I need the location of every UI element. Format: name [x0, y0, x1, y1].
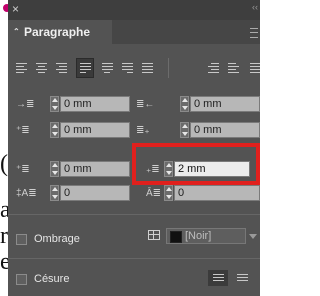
justify-all-icon	[237, 274, 248, 283]
right-indent-stepper[interactable]	[180, 96, 189, 112]
justify-right-icon	[122, 63, 133, 75]
align-center-icon	[36, 63, 47, 75]
last-line-indent-icon: ≣₊	[136, 125, 150, 136]
first-line-indent-stepper[interactable]	[50, 122, 59, 138]
justify-right-button[interactable]	[118, 58, 136, 78]
space-before-field[interactable]: 0 mm	[60, 161, 130, 177]
justify-all-button[interactable]	[138, 58, 156, 78]
space-after-field[interactable]: 2 mm	[174, 161, 250, 177]
space-before-stepper[interactable]	[50, 161, 59, 177]
collapse-icon[interactable]: ‹‹	[252, 2, 258, 12]
last-line-indent-field[interactable]: 0 mm	[190, 122, 260, 138]
divider	[168, 58, 169, 78]
shading-label: Ombrage	[34, 233, 80, 245]
align-right-icon	[56, 63, 67, 75]
first-line-indent-icon: ⁺≣	[16, 125, 30, 136]
hyphenation-alt-button[interactable]	[232, 270, 252, 286]
shading-color-dropdown[interactable]: [Noir]	[166, 228, 246, 244]
document-text: (	[0, 151, 8, 177]
drop-cap-chars-stepper[interactable]	[164, 185, 173, 201]
swatch-label: [Noir]	[185, 230, 212, 242]
justify-left-button[interactable]	[76, 58, 94, 78]
justify-extra-icon	[250, 63, 260, 75]
hyphenation-label: Césure	[34, 273, 70, 285]
justify-extra-button[interactable]	[246, 58, 260, 78]
justify-center-icon	[102, 63, 113, 75]
justify-icon	[213, 274, 224, 283]
close-icon[interactable]: ×	[12, 2, 19, 16]
alignment-toolbar	[8, 58, 260, 80]
right-indent-icon: ≣←	[136, 99, 155, 110]
left-indent-icon: →≣	[16, 99, 35, 110]
drop-cap-lines-stepper[interactable]	[50, 185, 59, 201]
drop-cap-lines-field[interactable]: 0	[60, 185, 130, 201]
panel-title: Paragraphe	[24, 25, 91, 39]
grid-icon	[148, 230, 160, 240]
first-line-indent-field[interactable]: 0 mm	[60, 122, 130, 138]
align-left-button[interactable]	[12, 58, 30, 78]
align-away-from-spine-button[interactable]	[224, 58, 242, 78]
shading-checkbox[interactable]	[16, 234, 27, 245]
justify-center-button[interactable]	[98, 58, 116, 78]
align-right-button[interactable]	[52, 58, 70, 78]
tab-paragraphe[interactable]: ⌃ Paragraphe	[8, 20, 112, 44]
justify-left-icon	[80, 63, 91, 75]
divider	[8, 258, 260, 259]
align-left-icon	[16, 63, 27, 75]
space-after-icon: ₊≣	[146, 164, 160, 175]
panel-titlebar[interactable]: × ‹‹	[8, 0, 260, 20]
space-before-icon: ⁺≣	[16, 164, 30, 175]
align-away-from-spine-icon	[228, 63, 239, 75]
panel-tab-row: ⌃ Paragraphe	[8, 20, 260, 44]
hyphenation-mode-button[interactable]	[208, 270, 228, 286]
hyphenation-checkbox[interactable]	[16, 274, 27, 285]
align-towards-spine-button[interactable]	[204, 58, 222, 78]
chevron-down-icon[interactable]	[249, 234, 257, 239]
panel-menu-icon[interactable]	[250, 28, 258, 38]
drop-cap-chars-field[interactable]: 0	[174, 185, 260, 201]
left-indent-stepper[interactable]	[50, 96, 59, 112]
left-indent-field[interactable]: 0 mm	[60, 96, 130, 112]
last-line-indent-stepper[interactable]	[180, 122, 189, 138]
align-towards-spine-icon	[208, 63, 219, 75]
right-indent-field[interactable]: 0 mm	[190, 96, 260, 112]
drop-cap-lines-icon: ‡A≣	[16, 188, 37, 199]
paragraph-panel: × ‹‹ ⌃ Paragraphe →≣ 0 mm ≣← 0 mm ⁺≣ 0 m…	[8, 0, 260, 296]
justify-all-icon	[142, 63, 153, 75]
chevron-updown-icon: ⌃	[13, 27, 20, 36]
swatch-black	[170, 231, 182, 243]
drop-cap-chars-icon: Ā≣	[146, 188, 162, 199]
space-after-stepper[interactable]	[164, 161, 173, 177]
align-center-button[interactable]	[32, 58, 50, 78]
divider	[8, 214, 260, 215]
